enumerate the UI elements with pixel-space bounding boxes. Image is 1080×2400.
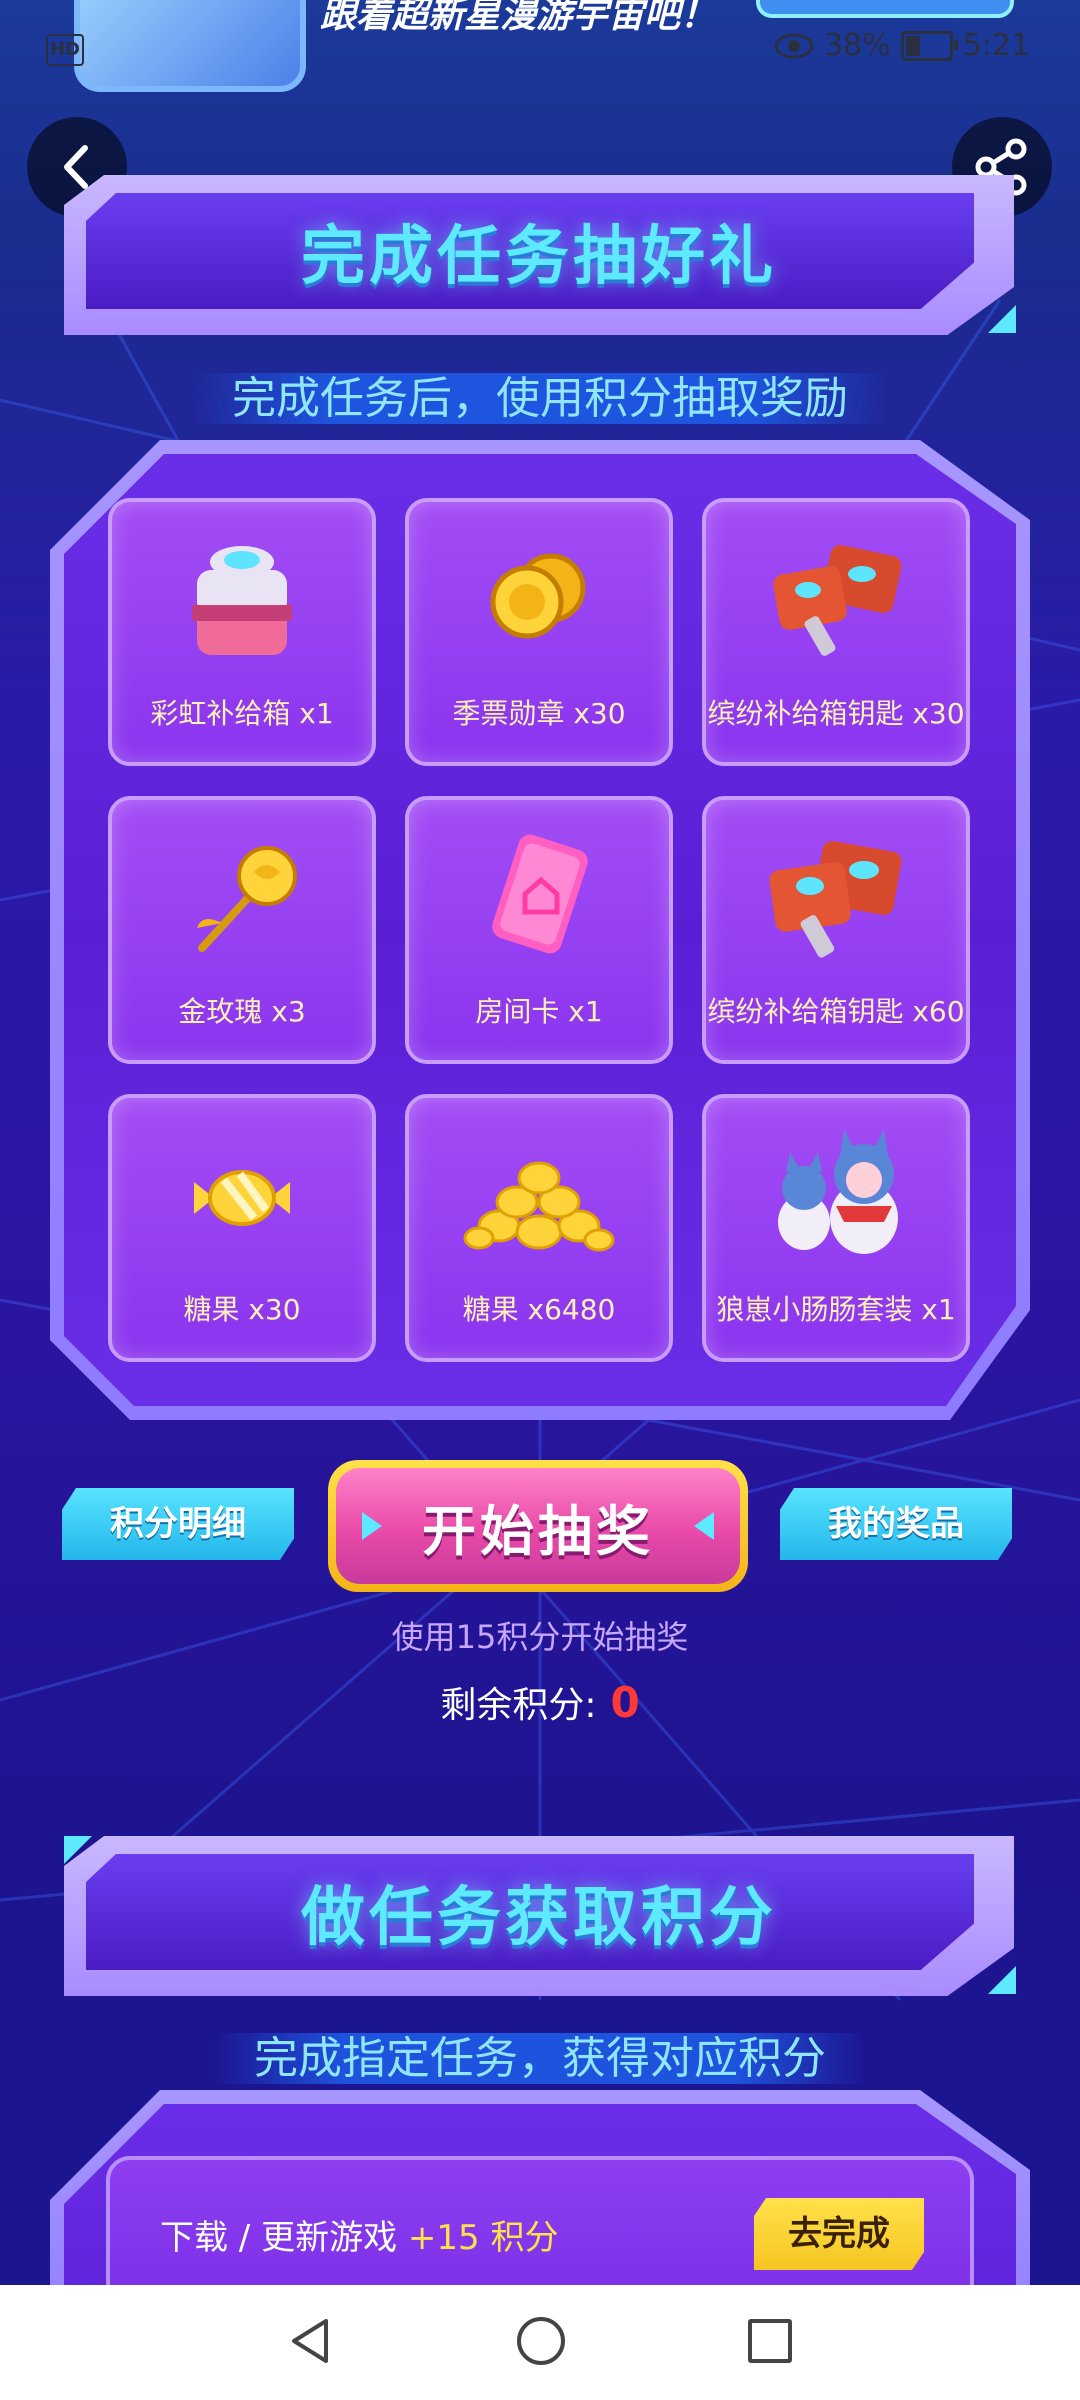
corner-accent bbox=[988, 1966, 1016, 1994]
prize-grid: 彩虹补给箱 x1 季票勋章 x30 缤纷补给箱钥匙 x30 金玫瑰 x3 房间卡… bbox=[108, 498, 974, 1362]
prize-label: 糖果 x30 bbox=[183, 1293, 301, 1326]
arrow-right-icon bbox=[362, 1512, 382, 1540]
task-points: +15 积分 bbox=[407, 2218, 559, 2258]
prize-label: 狼崽小肠肠套装 x1 bbox=[716, 1293, 956, 1326]
prize-label: 彩虹补给箱 x1 bbox=[150, 697, 334, 730]
section-banner-draw: 完成任务抽好礼 bbox=[64, 175, 1014, 335]
arrow-left-icon bbox=[694, 1512, 714, 1540]
prize-label: 糖果 x6480 bbox=[462, 1293, 616, 1326]
remaining-points-label: 剩余积分: bbox=[440, 1685, 597, 1726]
draw-cost-hint: 使用15积分开始抽奖 bbox=[391, 1618, 689, 1656]
rainbow-supply-box-icon bbox=[192, 546, 292, 655]
task-label: 下载 / 更新游戏 bbox=[160, 2218, 398, 2258]
top-banner-text: 跟着超新星漫游宇宙吧！ bbox=[320, 0, 717, 36]
room-card-icon bbox=[492, 834, 588, 954]
status-right: 38% 5:21 bbox=[774, 28, 1030, 63]
prize-label: 金玫瑰 x3 bbox=[178, 995, 306, 1028]
clock: 5:21 bbox=[962, 28, 1030, 63]
section-title: 完成任务抽好礼 bbox=[301, 220, 777, 294]
start-draw-label: 开始抽奖 bbox=[422, 1499, 654, 1563]
prize-card: 彩虹补给箱 x1 bbox=[108, 498, 376, 766]
prize-label: 季票勋章 x30 bbox=[452, 697, 626, 730]
supply-key-icon bbox=[773, 545, 902, 656]
my-prizes-button[interactable]: 我的奖品 bbox=[780, 1488, 1012, 1560]
nav-back-icon[interactable] bbox=[288, 2317, 332, 2365]
hd-indicator: HD bbox=[46, 34, 84, 66]
remaining-points: 剩余积分: 0 bbox=[0, 1676, 1080, 1728]
battery-icon bbox=[900, 30, 958, 61]
prize-card: 狼崽小肠肠套装 x1 bbox=[702, 1094, 970, 1362]
prize-card: 金玫瑰 x3 bbox=[108, 796, 376, 1064]
section-title: 做任务获取积分 bbox=[301, 1881, 777, 1955]
golden-rose-icon bbox=[197, 846, 297, 952]
prize-label: 房间卡 x1 bbox=[475, 995, 603, 1028]
eye-icon bbox=[774, 33, 814, 58]
remaining-points-value: 0 bbox=[610, 1678, 640, 1727]
start-draw-button[interactable]: 开始抽奖 bbox=[328, 1460, 748, 1592]
prize-label: 缤纷补给箱钥匙 x60 bbox=[707, 995, 965, 1028]
season-medal-icon bbox=[490, 553, 586, 639]
prize-card: 糖果 x6480 bbox=[405, 1094, 673, 1362]
section-subtitle: 完成任务后，使用积分抽取奖励 bbox=[0, 362, 1080, 426]
task-text: 下载 / 更新游戏 +15 积分 bbox=[160, 2210, 558, 2259]
nav-home-icon[interactable] bbox=[517, 2317, 565, 2365]
section-banner-tasks: 做任务获取积分 bbox=[64, 1836, 1014, 1996]
battery-percent: 38% bbox=[823, 28, 891, 63]
supply-key-icon bbox=[769, 841, 902, 958]
game-avatar-thumbnail bbox=[74, 0, 306, 92]
prize-card: 缤纷补给箱钥匙 x60 bbox=[702, 796, 970, 1064]
section-subtitle: 完成指定任务，获得对应积分 bbox=[0, 2022, 1080, 2086]
prize-card: 糖果 x30 bbox=[108, 1094, 376, 1362]
corner-accent bbox=[988, 305, 1016, 333]
prize-label: 缤纷补给箱钥匙 x30 bbox=[707, 697, 965, 730]
prize-card: 缤纷补给箱钥匙 x30 bbox=[702, 498, 970, 766]
points-detail-button[interactable]: 积分明细 bbox=[62, 1488, 294, 1560]
go-complete-button[interactable]: 去完成 bbox=[754, 2198, 924, 2270]
prize-panel: 彩虹补给箱 x1 季票勋章 x30 缤纷补给箱钥匙 x30 金玫瑰 x3 房间卡… bbox=[50, 440, 1030, 1420]
system-nav-bar bbox=[0, 2285, 1080, 2400]
prize-card: 季票勋章 x30 bbox=[405, 498, 673, 766]
candy-icon bbox=[194, 1170, 290, 1226]
nav-recent-icon[interactable] bbox=[748, 2319, 792, 2363]
prize-card: 房间卡 x1 bbox=[405, 796, 673, 1064]
status-bar: 跟着超新星漫游宇宙吧！ HD 38% 5:21 bbox=[0, 0, 1080, 100]
top-banner-button[interactable] bbox=[756, 0, 1014, 18]
candy-pile-icon bbox=[463, 1161, 615, 1252]
wolf-costume-icon bbox=[778, 1130, 898, 1254]
